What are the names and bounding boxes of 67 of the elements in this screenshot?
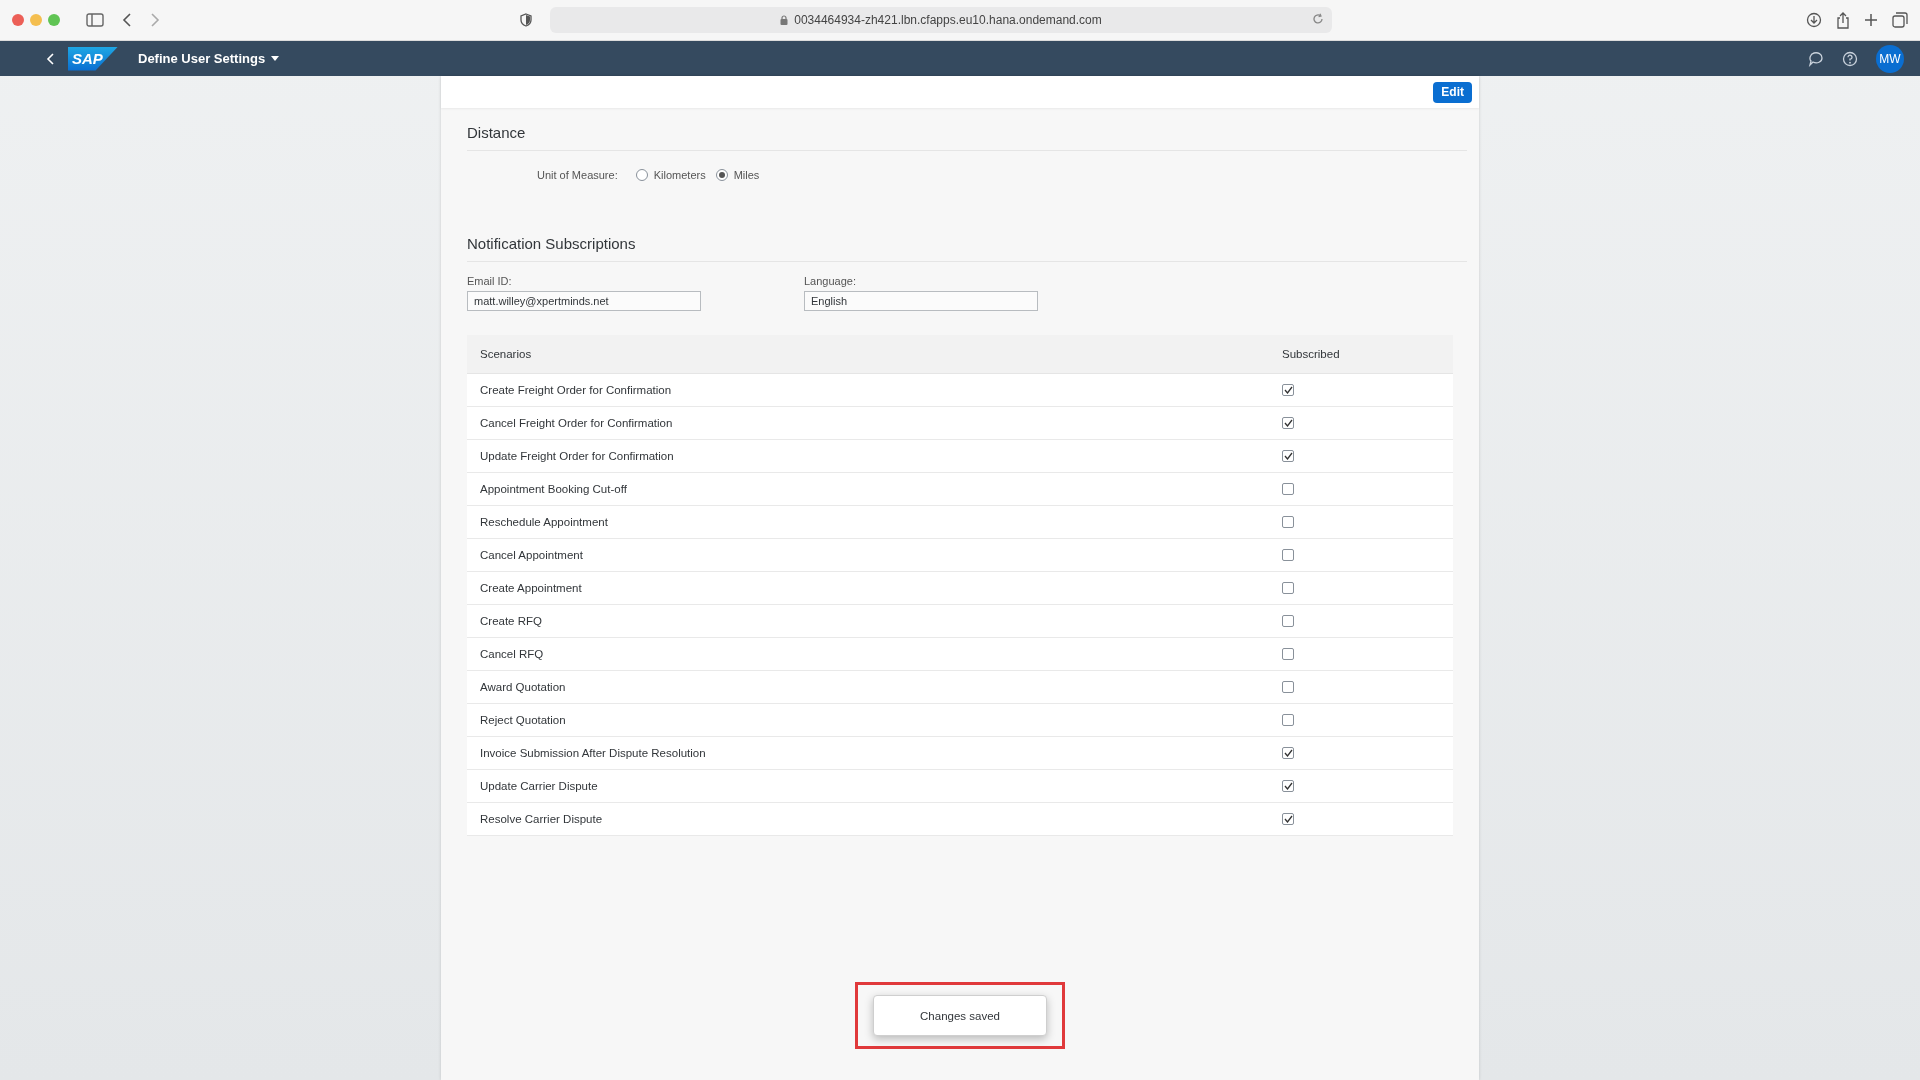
radio-label[interactable]: Kilometers — [653, 169, 706, 181]
toast-message: Changes saved — [873, 995, 1047, 1036]
caret-icon — [271, 56, 280, 61]
checkbox[interactable] — [1282, 582, 1294, 594]
minimize-dot[interactable] — [30, 14, 42, 26]
table-cell: Appointment Booking Cut-off — [467, 472, 1269, 506]
checkbox[interactable] — [1282, 516, 1294, 528]
edit-button[interactable]: Edit — [1433, 81, 1472, 103]
checkbox[interactable] — [1282, 714, 1294, 726]
checkbox[interactable] — [1282, 615, 1294, 627]
check-icon — [1283, 386, 1293, 394]
column-header: Scenarios — [467, 335, 1269, 374]
checkbox[interactable] — [1282, 681, 1294, 693]
radio-button[interactable] — [635, 169, 648, 181]
close-dot[interactable] — [12, 14, 24, 26]
table-cell: Create RFQ — [467, 604, 1269, 638]
table-cell: Update Carrier Dispute — [467, 769, 1269, 803]
checkbox[interactable] — [1282, 483, 1294, 495]
checkbox[interactable] — [1282, 780, 1294, 792]
chat-icon[interactable] — [1808, 50, 1824, 67]
field-label: Unit of Measure: — [537, 169, 618, 181]
app-title-menu[interactable]: Define User Settings — [138, 51, 280, 66]
check-icon — [1283, 749, 1293, 757]
table-cell: Create Appointment — [467, 571, 1269, 605]
new-tab-icon[interactable] — [1864, 13, 1878, 27]
table-cell: Resolve Carrier Dispute — [467, 802, 1269, 836]
table-cell: Create Freight Order for Confirmation — [467, 373, 1269, 407]
table-cell: Update Freight Order for Confirmation — [467, 439, 1269, 473]
radio-button[interactable] — [715, 169, 728, 181]
section-heading: Distance — [467, 108, 1467, 151]
checkbox[interactable] — [1282, 549, 1294, 561]
field-label: Email ID: — [467, 275, 513, 287]
reload-icon[interactable] — [1312, 13, 1324, 25]
check-icon — [1283, 419, 1293, 427]
download-icon[interactable] — [1806, 12, 1822, 28]
help-icon[interactable] — [1842, 50, 1858, 67]
shield-icon[interactable] — [520, 13, 532, 27]
input-field[interactable]: English — [804, 291, 1038, 311]
table-cell: Award Quotation — [467, 670, 1269, 704]
checkbox[interactable] — [1282, 747, 1294, 759]
table-cell: Reject Quotation — [467, 703, 1269, 737]
lock-icon — [780, 15, 789, 25]
field-label: Language: — [804, 275, 857, 287]
checkbox[interactable] — [1282, 417, 1294, 429]
back-icon[interactable] — [122, 13, 132, 27]
table-cell: Cancel Freight Order for Confirmation — [467, 406, 1269, 440]
sidebar-icon[interactable] — [86, 13, 104, 27]
radio-label[interactable]: Miles — [733, 169, 760, 181]
logo: SAP — [68, 46, 118, 71]
section-heading: Notification Subscriptions — [467, 219, 1467, 262]
checkbox[interactable] — [1282, 450, 1294, 462]
maximize-dot[interactable] — [48, 14, 60, 26]
checkbox[interactable] — [1282, 384, 1294, 396]
checkbox[interactable] — [1282, 813, 1294, 825]
check-icon — [1283, 815, 1293, 823]
column-header: Subscribed — [1269, 335, 1453, 374]
checkbox[interactable] — [1282, 648, 1294, 660]
check-icon — [1283, 452, 1293, 460]
user-avatar[interactable]: MW — [1876, 44, 1904, 73]
table-cell: Invoice Submission After Dispute Resolution — [467, 736, 1269, 770]
table-cell: Cancel Appointment — [467, 538, 1269, 572]
input-field[interactable]: matt.willey@xpertminds.net — [467, 291, 701, 311]
table-cell: Cancel RFQ — [467, 637, 1269, 671]
table-cell: Reschedule Appointment — [467, 505, 1269, 539]
tab-overview-icon[interactable] — [1892, 12, 1908, 28]
share-icon[interactable] — [1836, 11, 1850, 29]
check-icon — [1283, 782, 1293, 790]
